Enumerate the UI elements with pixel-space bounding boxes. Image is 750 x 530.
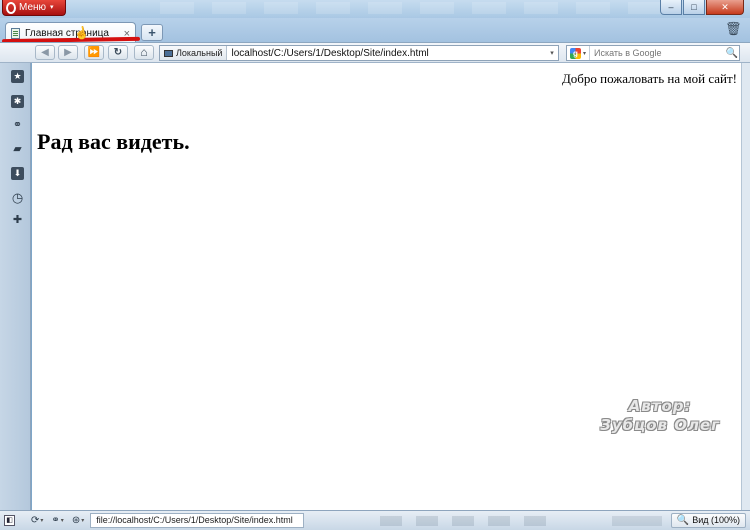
local-monitor-icon <box>164 49 173 57</box>
new-tab-button[interactable]: + <box>141 24 163 41</box>
notes-icon[interactable]: ▰ <box>11 143 24 156</box>
history-icon[interactable]: ◷ <box>11 191 24 204</box>
zoom-label: Вид (100%) <box>692 515 740 525</box>
chevron-down-icon: ▾ <box>60 517 64 524</box>
menu-caret-icon: ▾ <box>50 4 54 11</box>
zoom-icon: 🔍 <box>676 515 690 526</box>
bookmarks-icon[interactable]: ★ <box>11 70 24 83</box>
google-logo-icon: g <box>570 47 581 59</box>
page-heading: Рад вас видеть. <box>37 129 190 154</box>
unite-status-button[interactable]: ⚭ ▾ <box>51 514 63 528</box>
security-badge[interactable]: Локальный <box>160 46 228 60</box>
page-viewport: Добро пожаловать на мой сайт! Рад вас ви… <box>32 63 741 510</box>
address-dropdown-icon[interactable]: ▾ <box>546 49 558 57</box>
watermark-line-2: Зубцов Олег <box>600 416 720 434</box>
author-watermark: Автор: Зубцов Олег <box>600 397 720 435</box>
sync-button[interactable]: ⟳ ▾ <box>31 514 43 528</box>
address-url[interactable]: localhost/C:/Users/1/Desktop/Site/index.… <box>227 48 546 59</box>
downloads-icon[interactable]: ⬇ <box>11 167 24 180</box>
widgets-icon[interactable]: ✱ <box>11 95 24 108</box>
menu-label: Меню <box>19 2 47 13</box>
window-title-bar: Меню ▾ – □ ✕ <box>0 0 750 18</box>
opera-logo-icon <box>6 1 16 14</box>
chevron-down-icon: ▾ <box>40 517 44 524</box>
status-url: file://localhost/C:/Users/1/Desktop/Site… <box>90 513 305 528</box>
opera-menu-button[interactable]: Меню ▾ <box>2 0 66 16</box>
add-panel-icon[interactable]: ✚ <box>11 214 24 227</box>
watermark-line-1: Автор: <box>628 397 692 415</box>
window-controls: – □ ✕ <box>660 0 744 15</box>
panel-sidebar: ★ ✱ ⚭ ▰ ⬇ ◷ ✚ <box>0 63 31 510</box>
unite-icon[interactable]: ⚭ <box>11 119 24 132</box>
maximize-button[interactable]: □ <box>683 0 705 15</box>
search-input[interactable] <box>590 46 725 60</box>
close-window-button[interactable]: ✕ <box>706 0 744 15</box>
fast-forward-button[interactable]: ⏩ <box>84 45 104 60</box>
chevron-down-icon: ▾ <box>583 50 587 57</box>
security-badge-label: Локальный <box>176 48 223 58</box>
title-bar-reflection <box>160 2 680 14</box>
forward-button[interactable]: ▶ <box>58 45 78 60</box>
page-icon <box>11 28 20 39</box>
sync-icon: ⟳ <box>31 514 40 526</box>
unite-status-icon: ⚭ <box>51 514 60 526</box>
welcome-text: Добро пожаловать на мой сайт! <box>561 71 737 86</box>
chevron-down-icon: ▾ <box>81 517 85 524</box>
minimize-button[interactable]: – <box>660 0 682 15</box>
status-bar: ◧ ⟳ ▾ ⚭ ▾ ⊛ ▾ file://localhost/C:/Users/… <box>0 510 750 530</box>
home-button[interactable]: ⌂ <box>134 45 154 60</box>
turbo-icon: ⊛ <box>71 514 81 526</box>
search-engine-selector[interactable]: g ▾ <box>567 46 591 60</box>
closed-tabs-trash-icon[interactable]: 🗑 <box>725 21 742 39</box>
back-button[interactable]: ◀ <box>35 45 55 60</box>
search-bar: g ▾ 🔍 <box>566 45 740 61</box>
zoom-button[interactable]: 🔍 Вид (100%) <box>670 513 746 528</box>
reload-button[interactable]: ↻ <box>108 45 128 60</box>
navigation-toolbar: ◀ ▶ ⏩ ↻ ⌂ Локальный localhost/C:/Users/1… <box>0 42 750 63</box>
address-bar[interactable]: Локальный localhost/C:/Users/1/Desktop/S… <box>159 45 559 61</box>
status-reflection <box>380 515 551 526</box>
panel-toggle-icon[interactable]: ◧ <box>4 515 15 526</box>
status-reflection-2 <box>612 515 663 526</box>
turbo-button[interactable]: ⊛ ▾ <box>72 514 84 528</box>
search-icon[interactable]: 🔍 <box>725 48 739 59</box>
vertical-scrollbar[interactable] <box>741 63 750 510</box>
